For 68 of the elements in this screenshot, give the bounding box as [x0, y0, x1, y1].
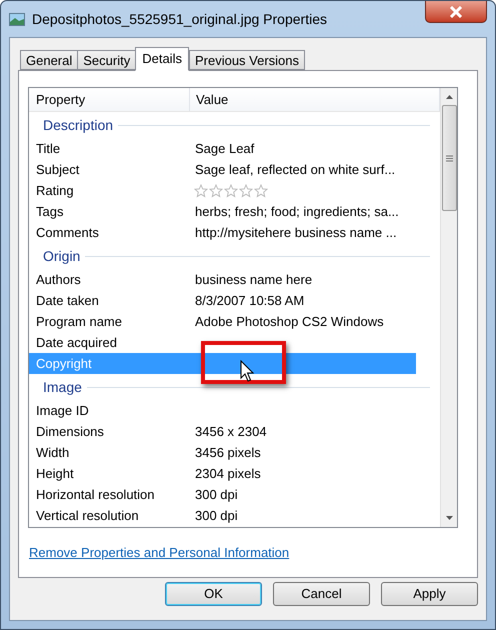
property-value: 2304 pixels — [194, 464, 261, 483]
property-value: 300 dpi — [194, 506, 238, 525]
property-value: http://mysitehere business name ... — [194, 224, 397, 242]
tab[interactable]: General — [20, 50, 78, 70]
property-row[interactable]: Date acquired — [29, 332, 416, 353]
property-name: Height — [35, 464, 75, 483]
property-row[interactable]: Rating — [29, 180, 416, 201]
property-name: Date acquired — [35, 334, 118, 352]
property-value: 3456 x 2304 — [194, 422, 267, 441]
property-row[interactable]: Width 3456 pixels — [29, 442, 416, 463]
property-row[interactable]: Vertical resolution 300 dpi — [29, 505, 416, 526]
dialog-button[interactable]: OK — [165, 582, 262, 606]
property-row[interactable]: Title Sage Leaf — [29, 138, 416, 159]
property-value: 300 dpi — [194, 486, 238, 504]
tab[interactable]: Security — [77, 50, 136, 70]
remove-properties-link[interactable]: Remove Properties and Personal Information — [29, 545, 290, 560]
property-row[interactable]: Date taken 8/3/2007 10:58 AM — [29, 290, 416, 311]
window-title: Depositphotos_5525951_original.jpg Properties — [32, 10, 327, 29]
property-row[interactable]: Tags herbs; fresh; food; ingredients; sa... — [29, 201, 416, 222]
property-name: Subject — [35, 160, 80, 179]
property-row[interactable]: Height 2304 pixels — [29, 463, 416, 484]
star-icon[interactable] — [254, 184, 268, 198]
group-heading: Origin — [43, 246, 80, 266]
image-file-icon — [9, 12, 25, 26]
group-heading: Image — [43, 378, 82, 397]
close-icon — [449, 6, 463, 18]
property-name: Vertical resolution — [35, 506, 140, 525]
property-row[interactable]: Program name Adobe Photoshop CS2 Windows — [29, 311, 416, 332]
grip-icon — [446, 154, 452, 162]
property-row[interactable]: Comments http://mysitehere business name ... — [29, 222, 416, 243]
property-value: business name here — [194, 270, 312, 289]
property-name: Tags — [35, 202, 64, 221]
dialog-button[interactable]: Apply — [381, 582, 478, 606]
cursor-icon — [240, 360, 255, 383]
property-row[interactable]: Authors business name here — [29, 269, 416, 290]
property-row[interactable]: Horizontal resolution 300 dpi — [29, 484, 416, 505]
property-row[interactable]: Dimensions 3456 x 2304 — [29, 421, 416, 442]
property-name: Date taken — [35, 292, 100, 310]
tab[interactable]: Details — [135, 47, 189, 71]
property-name: Copyright — [35, 354, 93, 373]
property-name: Horizontal resolution — [35, 486, 156, 504]
star-icon[interactable] — [194, 184, 208, 198]
property-value: herbs; fresh; food; ingredients; sa... — [194, 202, 399, 221]
tab[interactable]: Previous Versions — [188, 50, 306, 70]
property-value: 3456 pixels — [194, 444, 261, 462]
property-row[interactable]: Subject Sage leaf, reflected on white surf... — [29, 159, 416, 180]
property-name: Comments — [35, 224, 100, 242]
property-value: Sage Leaf — [194, 140, 254, 158]
property-name: Rating — [35, 182, 75, 200]
star-icon[interactable] — [239, 184, 253, 198]
property-name: Width — [35, 444, 70, 462]
property-name: Dimensions — [35, 422, 105, 441]
property-value: Sage leaf, reflected on white surf... — [194, 160, 396, 179]
star-icon[interactable] — [209, 184, 223, 198]
property-value: 8/3/2007 10:58 AM — [194, 292, 304, 310]
scrollbar[interactable] — [440, 88, 457, 527]
group-heading: Description — [43, 116, 114, 135]
dialog-button[interactable]: Cancel — [273, 582, 370, 606]
property-row[interactable]: Image ID — [29, 400, 416, 421]
column-header[interactable]: Property — [29, 88, 190, 111]
close-button[interactable] — [425, 1, 487, 23]
property-name: Program name — [35, 312, 123, 331]
scroll-thumb[interactable] — [442, 105, 456, 211]
star-icon[interactable] — [224, 184, 238, 198]
property-name: Image ID — [35, 402, 90, 420]
property-value: Adobe Photoshop CS2 Windows — [194, 312, 384, 331]
property-name: Title — [35, 140, 62, 158]
property-name: Authors — [35, 270, 82, 289]
